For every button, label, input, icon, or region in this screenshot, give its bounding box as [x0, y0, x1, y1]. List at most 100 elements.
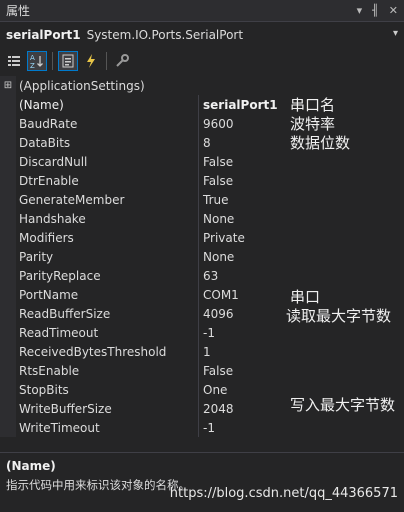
property-value[interactable]: False: [199, 174, 233, 188]
property-value[interactable]: 2048: [199, 402, 234, 416]
row-gutter: [0, 304, 16, 323]
property-row[interactable]: ParityReplace 63: [0, 266, 404, 285]
row-gutter: [0, 228, 16, 247]
property-value[interactable]: True: [199, 193, 229, 207]
category-row[interactable]: ⊞ (ApplicationSettings): [0, 76, 404, 95]
dropdown-icon[interactable]: ▾: [357, 4, 363, 17]
property-row[interactable]: DtrEnable False: [0, 171, 404, 190]
property-value[interactable]: 1: [199, 345, 211, 359]
chevron-down-icon[interactable]: ▾: [393, 28, 398, 39]
panel-titlebar: 属性 ▾ ╢ ✕: [0, 0, 404, 22]
row-gutter: [0, 247, 16, 266]
property-name: DtrEnable: [19, 173, 79, 188]
property-row[interactable]: WriteTimeout -1: [0, 418, 404, 437]
pin-icon[interactable]: ╢: [372, 4, 379, 17]
property-value[interactable]: None: [199, 212, 234, 226]
property-name: ReadBufferSize: [19, 306, 111, 321]
property-value[interactable]: 63: [199, 269, 218, 283]
property-name: (Name): [19, 97, 64, 112]
annotation-name: 串口名: [290, 96, 336, 114]
annotation-databits: 数据位数: [290, 134, 351, 152]
property-row[interactable]: Modifiers Private: [0, 228, 404, 247]
row-gutter: [0, 399, 16, 418]
property-grid: ⊞ (ApplicationSettings) (Name) serialPort…: [0, 76, 404, 437]
property-value[interactable]: 8: [199, 136, 211, 150]
object-selector[interactable]: serialPort1 System.IO.Ports.SerialPort ▾: [0, 24, 404, 46]
row-gutter: [0, 266, 16, 285]
property-name: DiscardNull: [19, 154, 88, 169]
property-name: WriteBufferSize: [19, 401, 112, 416]
property-row[interactable]: GenerateMember True: [0, 190, 404, 209]
row-gutter: [0, 323, 16, 342]
annotation-writebuffer: 写入最大字节数: [290, 396, 396, 414]
property-row[interactable]: DiscardNull False: [0, 152, 404, 171]
property-row[interactable]: ReceivedBytesThreshold 1: [0, 342, 404, 361]
property-name: ReceivedBytesThreshold: [19, 344, 167, 359]
property-value[interactable]: 9600: [199, 117, 234, 131]
svg-text:A: A: [30, 54, 35, 62]
property-name: Modifiers: [19, 230, 74, 245]
properties-icon[interactable]: [58, 51, 78, 71]
property-value[interactable]: False: [199, 155, 233, 169]
row-gutter: [0, 380, 16, 399]
property-value[interactable]: COM1: [199, 288, 239, 302]
property-value[interactable]: None: [199, 250, 234, 264]
property-name: PortName: [19, 287, 79, 302]
property-name: ParityReplace: [19, 268, 101, 283]
categorized-icon[interactable]: [4, 51, 24, 71]
row-gutter: [0, 361, 16, 380]
property-name: BaudRate: [19, 116, 78, 131]
property-name: ReadTimeout: [19, 325, 99, 340]
window-buttons: ▾ ╢ ✕: [357, 4, 398, 17]
property-value[interactable]: -1: [199, 421, 215, 435]
toolbar-divider: [106, 52, 107, 70]
row-gutter: [0, 114, 16, 133]
expand-icon[interactable]: ⊞: [0, 76, 16, 95]
row-gutter: [0, 418, 16, 437]
row-gutter: [0, 133, 16, 152]
property-row[interactable]: Parity None: [0, 247, 404, 266]
row-gutter: [0, 95, 16, 114]
property-name: GenerateMember: [19, 192, 125, 207]
toolbar-divider: [52, 52, 53, 70]
panel-title: 属性: [6, 4, 31, 18]
row-gutter: [0, 285, 16, 304]
events-icon[interactable]: [81, 51, 101, 71]
row-gutter: [0, 342, 16, 361]
property-value[interactable]: One: [199, 383, 227, 397]
description-pane: (Name) 指示代码中用来标识该对象的名称。: [0, 452, 404, 512]
annotation-portname: 串口: [290, 288, 321, 306]
svg-text:Z: Z: [30, 62, 35, 69]
annotation-baudrate: 波特率: [290, 115, 336, 133]
property-value[interactable]: 4096: [199, 307, 234, 321]
row-gutter: [0, 171, 16, 190]
category-label: (ApplicationSettings): [19, 78, 145, 93]
row-gutter: [0, 190, 16, 209]
property-name: StopBits: [19, 382, 69, 397]
watermark: https://blog.csdn.net/qq_44366571: [169, 486, 398, 501]
object-name: serialPort1: [6, 28, 81, 42]
property-name: RtsEnable: [19, 363, 80, 378]
description-title: (Name): [6, 459, 56, 473]
property-name: Handshake: [19, 211, 86, 226]
property-value[interactable]: Private: [199, 231, 245, 245]
row-gutter: [0, 209, 16, 228]
property-name: Parity: [19, 249, 54, 264]
property-row[interactable]: RtsEnable False: [0, 361, 404, 380]
property-row[interactable]: Handshake None: [0, 209, 404, 228]
property-value[interactable]: serialPort1: [199, 98, 278, 112]
row-gutter: [0, 152, 16, 171]
property-name: WriteTimeout: [19, 420, 100, 435]
property-pages-icon[interactable]: [112, 51, 132, 71]
property-name: DataBits: [19, 135, 71, 150]
annotation-readbuffer: 读取最大字节数: [286, 307, 392, 325]
object-type: System.IO.Ports.SerialPort: [86, 28, 244, 42]
alphabetical-icon[interactable]: AZ: [27, 51, 47, 71]
property-row[interactable]: BaudRate 9600: [0, 114, 404, 133]
close-icon[interactable]: ✕: [389, 4, 398, 17]
property-row[interactable]: PortName COM1: [0, 285, 404, 304]
property-value[interactable]: -1: [199, 326, 215, 340]
property-row[interactable]: (Name) serialPort1: [0, 95, 404, 114]
property-toolbar: AZ: [0, 48, 404, 74]
property-value[interactable]: False: [199, 364, 233, 378]
